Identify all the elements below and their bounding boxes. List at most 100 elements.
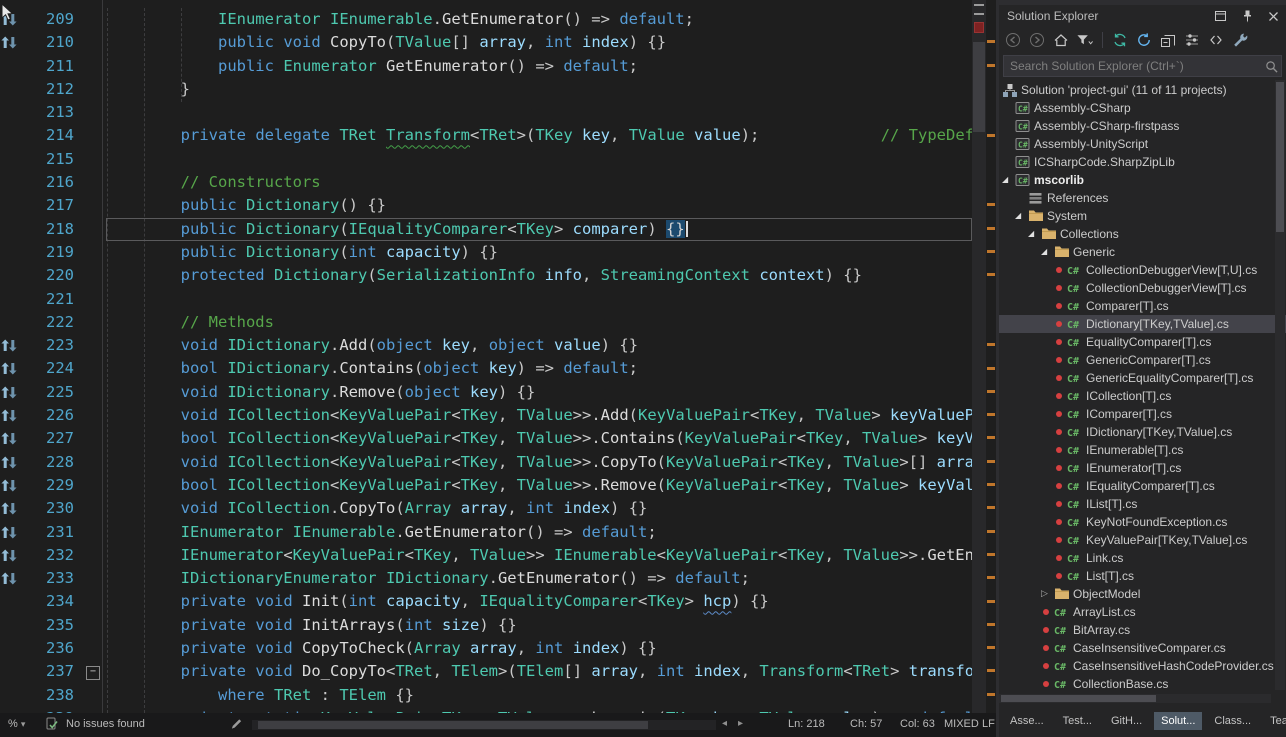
tree-item[interactable]: C#CaseInsensitiveHashCodeProvider.cs <box>999 657 1286 675</box>
tree-item[interactable]: C#Assembly-CSharp-firstpass <box>999 117 1286 135</box>
chevron-collapsed-icon[interactable]: ▷ <box>1041 588 1048 599</box>
collapse-all-icon[interactable] <box>1159 31 1177 49</box>
line-number[interactable]: 222 <box>20 311 78 334</box>
pin-icon[interactable] <box>1240 9 1254 23</box>
scroll-left-icon[interactable]: ◂ <box>722 718 727 729</box>
glyph-margin[interactable] <box>0 8 20 713</box>
search-box[interactable] <box>1003 55 1282 77</box>
tree-item[interactable]: C#IEnumerator[T].cs <box>999 459 1286 477</box>
chevron-expanded-icon[interactable]: ◢ <box>1002 175 1008 184</box>
pencil-icon[interactable] <box>230 717 243 733</box>
line-number[interactable]: 231 <box>20 521 78 544</box>
override-indicator-icon[interactable] <box>0 334 20 357</box>
code-line[interactable]: bool ICollection<KeyValuePair<TKey, TVal… <box>106 427 972 450</box>
tree-item[interactable]: ◢Collections <box>999 225 1286 243</box>
tree-item[interactable]: C#KeyValuePair[TKey,TValue].cs <box>999 531 1286 549</box>
tree-item[interactable]: C#CollectionBase.cs <box>999 675 1286 693</box>
line-number[interactable]: 236 <box>20 637 78 660</box>
line-number[interactable]: 209 <box>20 8 78 31</box>
home-icon[interactable] <box>1052 31 1070 49</box>
code-line[interactable]: where TRet : TElem {} <box>106 684 972 707</box>
tree-item[interactable]: Solution 'project-gui' (11 of 11 project… <box>999 81 1286 99</box>
properties-icon[interactable] <box>1183 31 1201 49</box>
tree-item[interactable]: C#ICSharpCode.SharpZipLib <box>999 153 1286 171</box>
override-indicator-icon[interactable] <box>0 31 20 54</box>
tree-item[interactable]: C#List[T].cs <box>999 567 1286 585</box>
tree-item[interactable]: C#ArrayList.cs <box>999 603 1286 621</box>
chevron-expanded-icon[interactable]: ◢ <box>1015 211 1021 220</box>
status-column[interactable]: Col: 63 <box>900 718 935 730</box>
code-line[interactable]: void IDictionary.Add(object key, object … <box>106 334 972 357</box>
panel-tab[interactable]: Solut... <box>1154 712 1202 730</box>
panel-tab[interactable]: Asse... <box>1003 712 1051 730</box>
line-number[interactable]: 228 <box>20 451 78 474</box>
refresh-icon[interactable] <box>1135 31 1153 49</box>
code-line[interactable]: void ICollection<KeyValuePair<TKey, TVal… <box>106 404 972 427</box>
code-line[interactable]: private void InitArrays(int size) {} <box>106 614 972 637</box>
tree-item[interactable]: C#BitArray.cs <box>999 621 1286 639</box>
line-number[interactable]: 221 <box>20 288 78 311</box>
tree-item[interactable]: C#CollectionDebuggerView[T].cs <box>999 279 1286 297</box>
code-line[interactable]: IEnumerator IEnumerable.GetEnumerator() … <box>106 521 972 544</box>
panel-tab[interactable]: Class... <box>1207 712 1258 730</box>
override-indicator-icon[interactable] <box>0 451 20 474</box>
editor-vertical-scrollbar[interactable] <box>972 0 986 713</box>
line-number[interactable]: 214 <box>20 124 78 147</box>
override-indicator-icon[interactable] <box>0 567 20 590</box>
tree-item[interactable]: C#GenericEqualityComparer[T].cs <box>999 369 1286 387</box>
code-line[interactable]: private void Do_CopyTo<TRet, TElem>(TEle… <box>106 660 972 683</box>
code-line[interactable]: IDictionaryEnumerator IDictionary.GetEnu… <box>106 567 972 590</box>
line-number[interactable]: 232 <box>20 544 78 567</box>
code-line[interactable]: void IDictionary.Remove(object key) {} <box>106 381 972 404</box>
override-indicator-icon[interactable] <box>0 404 20 427</box>
line-number[interactable]: 215 <box>20 148 78 171</box>
tree-item[interactable]: C#IEnumerable[T].cs <box>999 441 1286 459</box>
sync-icon[interactable] <box>1111 31 1129 49</box>
override-indicator-icon[interactable] <box>0 497 20 520</box>
tree-item[interactable]: C#CaseInsensitiveComparer.cs <box>999 639 1286 657</box>
status-indentation[interactable]: MIXED <box>944 718 979 730</box>
code-line[interactable]: private delegate TRet Transform<TRet>(TK… <box>106 124 972 147</box>
tree-item[interactable]: C#Assembly-UnityScript <box>999 135 1286 153</box>
panel-title-bar[interactable]: Solution Explorer <box>999 5 1286 27</box>
line-number[interactable]: 218 <box>20 218 78 241</box>
code-line[interactable]: public Enumerator GetEnumerator() => def… <box>106 55 972 78</box>
line-number[interactable]: 223 <box>20 334 78 357</box>
code-line[interactable]: bool IDictionary.Contains(object key) =>… <box>106 357 972 380</box>
fold-collapse-icon[interactable]: − <box>86 666 100 680</box>
status-line-ending[interactable]: LF <box>982 718 995 730</box>
line-number[interactable]: 224 <box>20 357 78 380</box>
line-number-gutter[interactable]: 2092102112122132142152162172182192202212… <box>20 8 78 713</box>
line-number[interactable]: 220 <box>20 264 78 287</box>
line-number[interactable]: 216 <box>20 171 78 194</box>
scroll-right-icon[interactable]: ▸ <box>738 718 743 729</box>
chevron-expanded-icon[interactable]: ◢ <box>1028 229 1034 238</box>
override-indicator-icon[interactable] <box>0 427 20 450</box>
code-line[interactable]: private void CopyToCheck(Array array, in… <box>106 637 972 660</box>
code-editor[interactable]: 2092102112122132142152162172182192202212… <box>0 0 996 713</box>
horizontal-scrollbar-thumb[interactable] <box>258 721 648 729</box>
code-line-current[interactable]: public Dictionary(IEqualityComparer<TKey… <box>106 218 972 241</box>
code-line[interactable]: protected Dictionary(SerializationInfo i… <box>106 264 972 287</box>
preview-icon[interactable] <box>1207 31 1225 49</box>
tree-item[interactable]: C#GenericComparer[T].cs <box>999 351 1286 369</box>
line-number[interactable]: 230 <box>20 497 78 520</box>
line-number[interactable]: 227 <box>20 427 78 450</box>
panel-tab[interactable]: GitH... <box>1104 712 1149 730</box>
line-number[interactable]: 225 <box>20 381 78 404</box>
tree-item[interactable]: ◢System <box>999 207 1286 225</box>
code-line[interactable] <box>106 101 972 124</box>
code-line[interactable]: public Dictionary() {} <box>106 194 972 217</box>
override-indicator-icon[interactable] <box>0 357 20 380</box>
line-number[interactable]: 217 <box>20 194 78 217</box>
line-number[interactable]: 212 <box>20 78 78 101</box>
override-indicator-icon[interactable] <box>0 381 20 404</box>
code-line[interactable]: // Constructors <box>106 171 972 194</box>
horizontal-scrollbar[interactable] <box>252 720 716 730</box>
line-number[interactable]: 210 <box>20 31 78 54</box>
code-line[interactable]: void ICollection.CopyTo(Array array, int… <box>106 497 972 520</box>
code-lines[interactable]: IEnumerator IEnumerable.GetEnumerator() … <box>106 8 972 713</box>
tree-item[interactable]: ◢Generic <box>999 243 1286 261</box>
status-line[interactable]: Ln: 218 <box>788 718 825 730</box>
panel-tab[interactable]: Test... <box>1056 712 1099 730</box>
